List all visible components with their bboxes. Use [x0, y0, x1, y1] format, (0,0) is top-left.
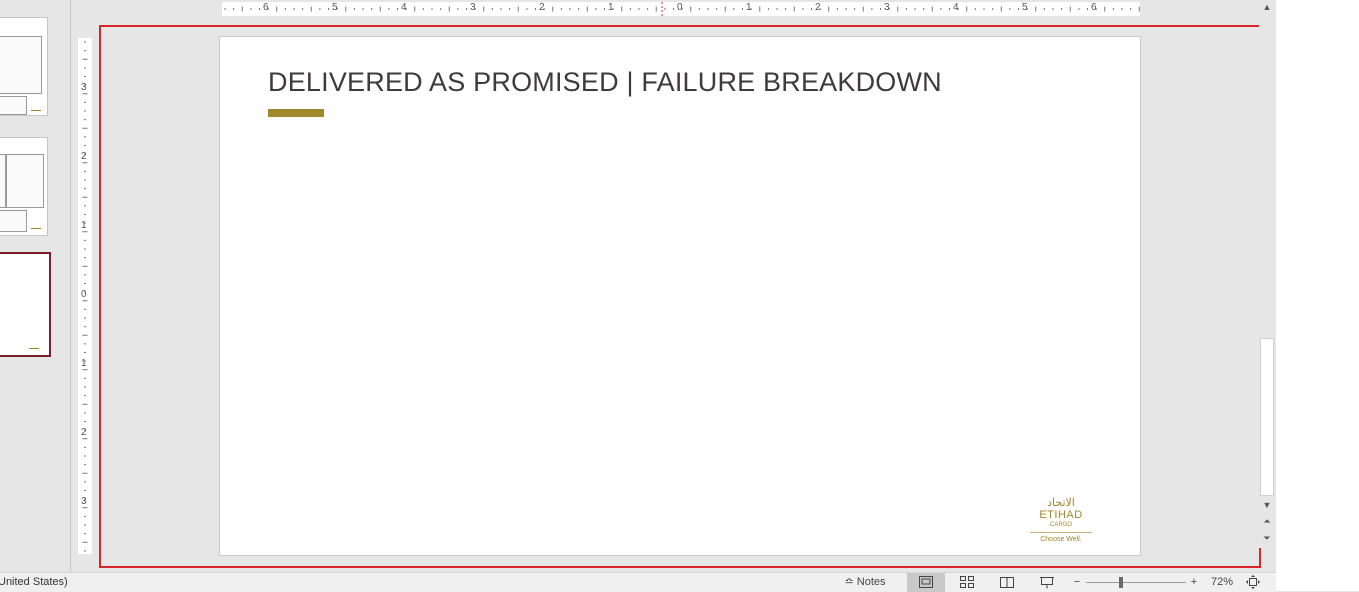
slide-title[interactable]: DELIVERED AS PROMISED | FAILURE BREAKDOW…	[268, 67, 942, 98]
normal-view-button[interactable]	[907, 573, 945, 592]
ruler-label: 3	[81, 82, 87, 93]
ruler-label: 2	[81, 427, 87, 438]
status-bar: United States) ≏ Notes − + 72%	[0, 572, 1276, 592]
logo-tagline: Choose Well.	[1040, 536, 1082, 543]
slide-thumbnail[interactable]	[0, 137, 48, 236]
ruler-label: 6	[1091, 2, 1097, 13]
notes-label: Notes	[856, 576, 886, 588]
notes-icon: ≏	[844, 576, 854, 588]
ruler-label: 2	[815, 2, 821, 13]
ruler-label: 1	[608, 2, 614, 13]
ruler-label: 1	[81, 358, 87, 369]
slideshow-button[interactable]	[1028, 573, 1066, 592]
thumbnail-logo	[31, 222, 41, 229]
zoom-out-button[interactable]: −	[1070, 573, 1084, 592]
ruler-label: 1	[81, 220, 87, 231]
fit-to-window-icon	[1246, 575, 1260, 590]
scroll-down-icon[interactable]: ▼	[1259, 498, 1275, 512]
zoom-slider-thumb[interactable]	[1119, 577, 1123, 588]
reading-view-icon	[1000, 577, 1014, 589]
slide-thumbnail[interactable]	[0, 17, 48, 116]
vertical-ruler: 3 2 1 0 1 2 3	[78, 38, 92, 554]
slide-thumbnail-pane[interactable]	[0, 0, 71, 572]
scrollbar-thumb[interactable]	[1260, 338, 1274, 496]
horizontal-ruler: 6 5 4 3 2 1 0 1 2 3 4 5 6	[222, 2, 1140, 16]
slide-canvas[interactable]: DELIVERED AS PROMISED | FAILURE BREAKDOW…	[219, 36, 1141, 556]
thumbnail-box	[0, 96, 27, 115]
thumbnail-logo	[29, 342, 39, 349]
slide-thumbnail-active[interactable]	[0, 252, 51, 357]
thumbnail-box	[0, 210, 27, 232]
logo-arabic-text: الاتحاد	[1047, 497, 1075, 509]
zoom-in-button[interactable]: +	[1187, 573, 1201, 592]
ruler-label: 3	[81, 496, 87, 507]
thumbnail-logo	[31, 104, 41, 111]
ruler-label: 4	[953, 2, 959, 13]
scroll-up-icon[interactable]: ▲	[1259, 0, 1275, 14]
reading-view-button[interactable]	[988, 573, 1026, 592]
ruler-label: 1	[746, 2, 752, 13]
ruler-label: 2	[539, 2, 545, 13]
next-slide-icon[interactable]: ⏷	[1259, 531, 1275, 545]
ruler-label: 3	[470, 2, 476, 13]
ruler-label: 6	[263, 2, 269, 13]
ruler-label: 4	[401, 2, 407, 13]
normal-view-icon	[919, 576, 933, 589]
ruler-label: 2	[81, 151, 87, 162]
vertical-scrollbar[interactable]: ▲ ▼ ⏶ ⏷	[1259, 0, 1275, 548]
ruler-label: 3	[884, 2, 890, 13]
ruler-label: 5	[1022, 2, 1028, 13]
window-background	[1276, 0, 1359, 591]
logo-cargo-text: CARGO	[1049, 522, 1072, 528]
slide-sorter-button[interactable]	[948, 573, 986, 592]
slideshow-icon	[1040, 576, 1054, 589]
language-indicator[interactable]: United States)	[0, 576, 68, 588]
thumbnail-table	[6, 154, 44, 208]
thumbnail-chart	[0, 36, 42, 94]
zoom-slider[interactable]	[1086, 582, 1186, 583]
ruler-label: 0	[81, 289, 87, 300]
notes-button[interactable]: ≏ Notes	[838, 573, 892, 592]
zoom-level[interactable]: 72%	[1205, 573, 1239, 592]
logo-divider	[1030, 532, 1092, 533]
title-accent-bar	[268, 109, 324, 117]
etihad-cargo-logo: الاتحاد ETIHAD CARGO Choose Well.	[1028, 497, 1094, 544]
slide-sorter-icon	[960, 576, 974, 589]
previous-slide-icon[interactable]: ⏶	[1259, 514, 1275, 528]
fit-to-window-button[interactable]	[1242, 573, 1264, 592]
ruler-label: 0	[677, 2, 683, 13]
ruler-label: 5	[332, 2, 338, 13]
logo-wordmark: ETIHAD	[1039, 509, 1083, 521]
